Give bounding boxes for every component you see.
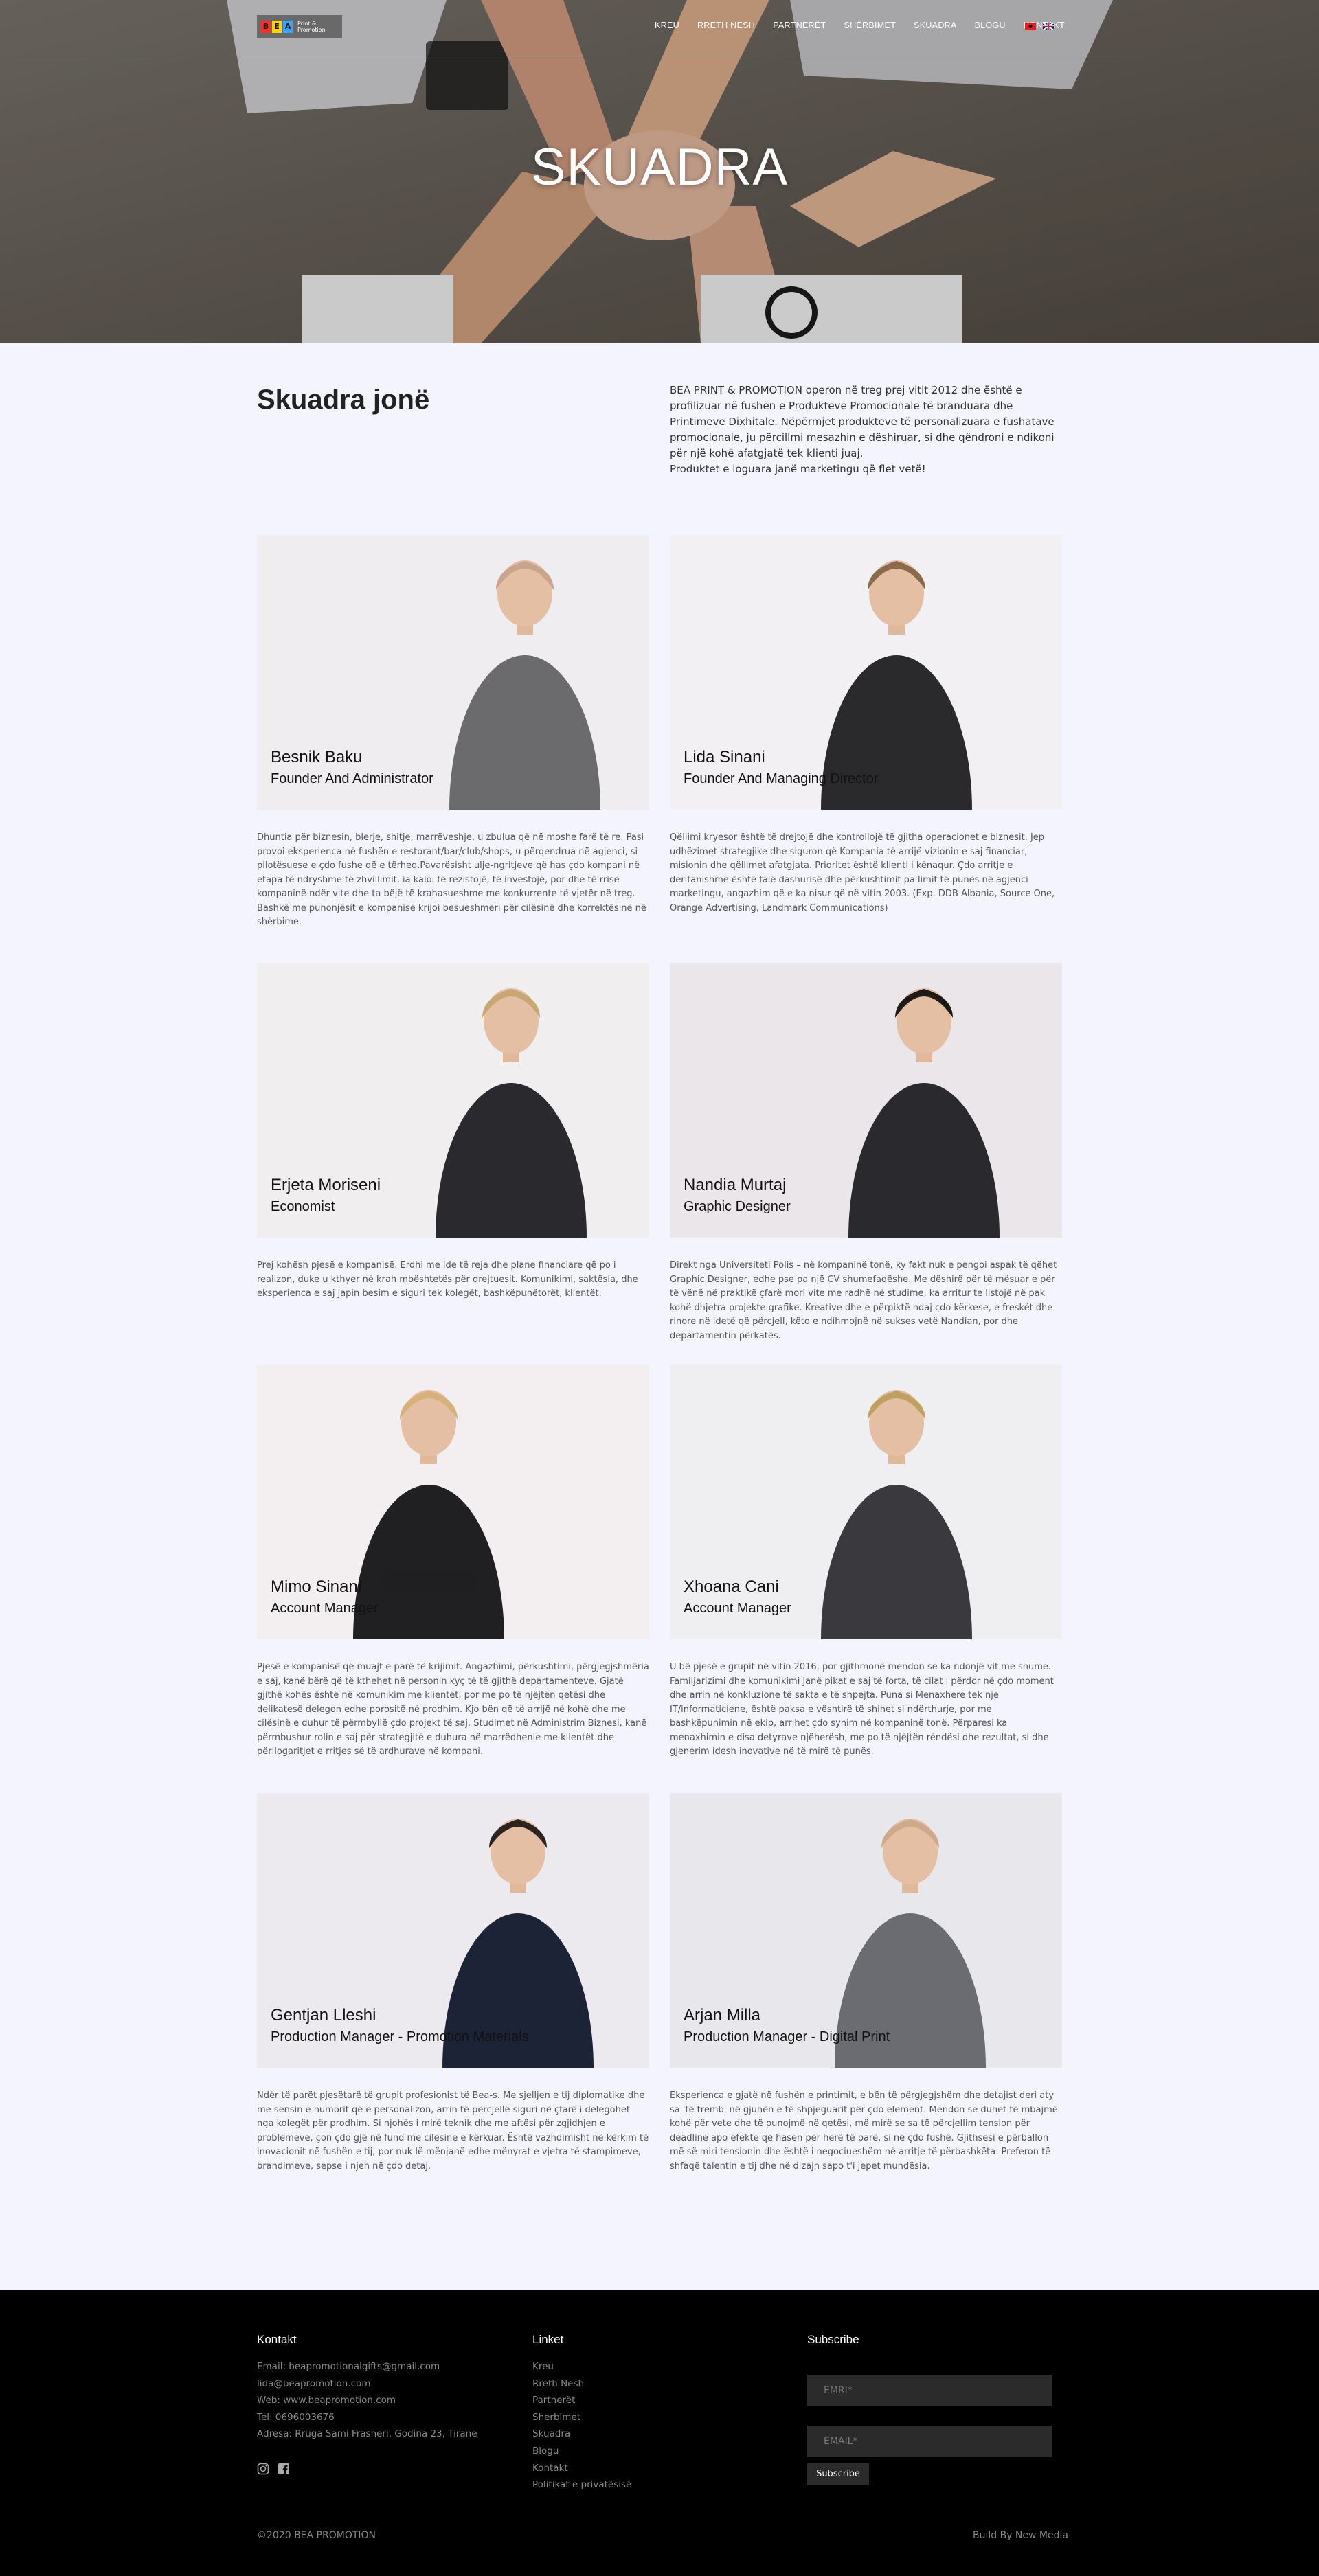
team-member-photo: Mimo Sinani Account Manager: [257, 1365, 649, 1639]
member-role: Founder And Managing Director: [684, 771, 879, 786]
footer: [0, 2290, 1319, 2576]
intro-tagline: Produktet e loguara janë marketingu që f…: [670, 463, 926, 475]
albanian-flag-icon[interactable]: [1025, 23, 1036, 30]
logo-letter: B: [261, 21, 271, 33]
team-member-photo: Xhoana Cani Account Manager: [670, 1365, 1062, 1639]
portrait-image: [257, 1365, 649, 1639]
contact-email[interactable]: Email: beapromotionalgifts@gmail.com: [257, 2358, 477, 2375]
member-role: Founder And Administrator: [271, 771, 433, 786]
logo-letter: A: [283, 21, 293, 33]
member-bio: Direkt nga Universiteti Polis – në kompa…: [670, 1260, 1057, 1341]
member-name: Gentjan Lleshi: [271, 2006, 376, 2025]
intro-text-block: BEA PRINT & PROMOTION operon në treg pre…: [670, 383, 1061, 477]
member-bio: U bë pjesë e grupit në vitin 2016, por g…: [670, 1662, 1054, 1757]
member-name: Mimo Sinani: [271, 1577, 362, 1596]
main-menu: KREU RRETH NESH PARTNERËT SHËRBIMET SKUA…: [655, 21, 1083, 30]
footer-link-sherbimet[interactable]: Sherbimet: [532, 2409, 631, 2426]
team-member-photo: Erjeta Moriseni Economist: [257, 963, 649, 1238]
member-bio: Pjesë e kompanisë që muajt e parë të kri…: [257, 1662, 649, 1757]
team-member-photo: Nandia Murtaj Graphic Designer: [670, 963, 1062, 1238]
portrait-image: [670, 963, 1062, 1238]
portrait-image: [670, 1793, 1062, 2068]
footer-contact-list: Email: beapromotionalgifts@gmail.com lid…: [257, 2358, 477, 2443]
section-heading: Skuadra jonë: [257, 385, 430, 415]
portrait-image: [257, 535, 649, 810]
member-name: Arjan Milla: [684, 2006, 761, 2025]
team-member-photo: Gentjan Lleshi Production Manager - Prom…: [257, 1793, 649, 2068]
language-switcher: [1025, 23, 1054, 30]
member-role: Production Manager - Digital Print: [684, 2029, 890, 2044]
contact-phone[interactable]: Tel: 0696003676: [257, 2409, 477, 2426]
top-navigation: B E A Print & Promotion KREU RRETH NESH …: [0, 0, 1319, 56]
member-role: Graphic Designer: [684, 1199, 791, 1214]
member-bio: Dhuntia për biznesin, blerje, shitje, ma…: [257, 832, 646, 927]
footer-link-blogu[interactable]: Blogu: [532, 2443, 631, 2460]
member-name: Erjeta Moriseni: [271, 1176, 381, 1194]
footer-link-privacy[interactable]: Politikat e privatësisë: [532, 2476, 631, 2494]
nav-item-blogu[interactable]: BLOGU: [975, 21, 1006, 30]
logo-letter: E: [272, 21, 282, 33]
member-bio: Prej kohësh pjesë e kompanisë. Erdhi me …: [257, 1260, 638, 1299]
member-role: Account Manager: [684, 1601, 791, 1616]
team-member-photo: Besnik Baku Founder And Administrator: [257, 535, 649, 810]
footer-links-list: Kreu Rreth Nesh Partnerët Sherbimet Skua…: [532, 2358, 631, 2494]
portrait-image: [257, 963, 649, 1238]
footer-links-title: Linket: [532, 2333, 564, 2346]
page-title: SKUADRA: [530, 138, 789, 196]
footer-link-kontakt[interactable]: Kontakt: [532, 2460, 631, 2477]
copyright-text: ©2020 BEA PROMOTION: [257, 2530, 376, 2541]
member-name: Besnik Baku: [271, 748, 363, 766]
portrait-image: [257, 1793, 649, 2068]
member-name: Lida Sinani: [684, 748, 765, 766]
subscribe-name-input[interactable]: EMRI*: [807, 2375, 1052, 2406]
footer-link-kreu[interactable]: Kreu: [532, 2358, 631, 2375]
member-bio: Eksperienca e gjatë në fushën e printimi…: [670, 2090, 1058, 2172]
footer-link-skuadra[interactable]: Skuadra: [532, 2426, 631, 2443]
hero-banner: B E A Print & Promotion KREU RRETH NESH …: [0, 0, 1319, 343]
team-member-photo: Arjan Milla Production Manager - Digital…: [670, 1793, 1062, 2068]
member-name: Nandia Murtaj: [684, 1176, 787, 1194]
footer-link-partneret[interactable]: Partnerët: [532, 2392, 631, 2409]
team-member-photo: Lida Sinani Founder And Managing Directo…: [670, 535, 1062, 810]
footer-contact-title: Kontakt: [257, 2333, 297, 2346]
nav-item-skuadra[interactable]: SKUADRA: [914, 21, 957, 30]
contact-email-2[interactable]: lida@beapromotion.com: [257, 2375, 477, 2393]
portrait-image: [670, 1365, 1062, 1639]
intro-paragraph: BEA PRINT & PROMOTION operon në treg pre…: [670, 384, 1055, 459]
contact-address: Adresa: Rruga Sami Frasheri, Godina 23, …: [257, 2428, 477, 2440]
english-flag-icon[interactable]: [1043, 23, 1054, 30]
nav-item-sherbimet[interactable]: SHËRBIMET: [844, 21, 896, 30]
logo-subtitle: Print & Promotion: [297, 21, 326, 33]
member-role: Economist: [271, 1199, 335, 1214]
subscribe-button[interactable]: Subscribe: [807, 2463, 869, 2485]
member-role: Account Manager: [271, 1601, 379, 1616]
member-bio: Qëllimi kryesor është të drejtojë dhe ko…: [670, 832, 1055, 913]
portrait-image: [670, 535, 1062, 810]
nav-item-partneret[interactable]: PARTNERËT: [773, 21, 826, 30]
nav-item-kreu[interactable]: KREU: [655, 21, 679, 30]
footer-link-rreth-nesh[interactable]: Rreth Nesh: [532, 2375, 631, 2393]
subscribe-email-input[interactable]: EMAIL*: [807, 2426, 1052, 2457]
nav-item-rreth-nesh[interactable]: RRETH NESH: [697, 21, 755, 30]
footer-subscribe-title: Subscribe: [807, 2333, 859, 2346]
facebook-icon[interactable]: [278, 2463, 290, 2475]
member-role: Production Manager - Promotion Materials: [271, 2029, 529, 2044]
instagram-icon[interactable]: [257, 2463, 269, 2475]
member-bio: Ndër të parët pjesëtarë të grupit profes…: [257, 2090, 649, 2172]
contact-web[interactable]: Web: www.beapromotion.com: [257, 2392, 477, 2409]
member-name: Xhoana Cani: [684, 1577, 779, 1596]
credit-link[interactable]: Build By New Media: [973, 2530, 1068, 2541]
logo[interactable]: B E A Print & Promotion: [257, 15, 342, 38]
